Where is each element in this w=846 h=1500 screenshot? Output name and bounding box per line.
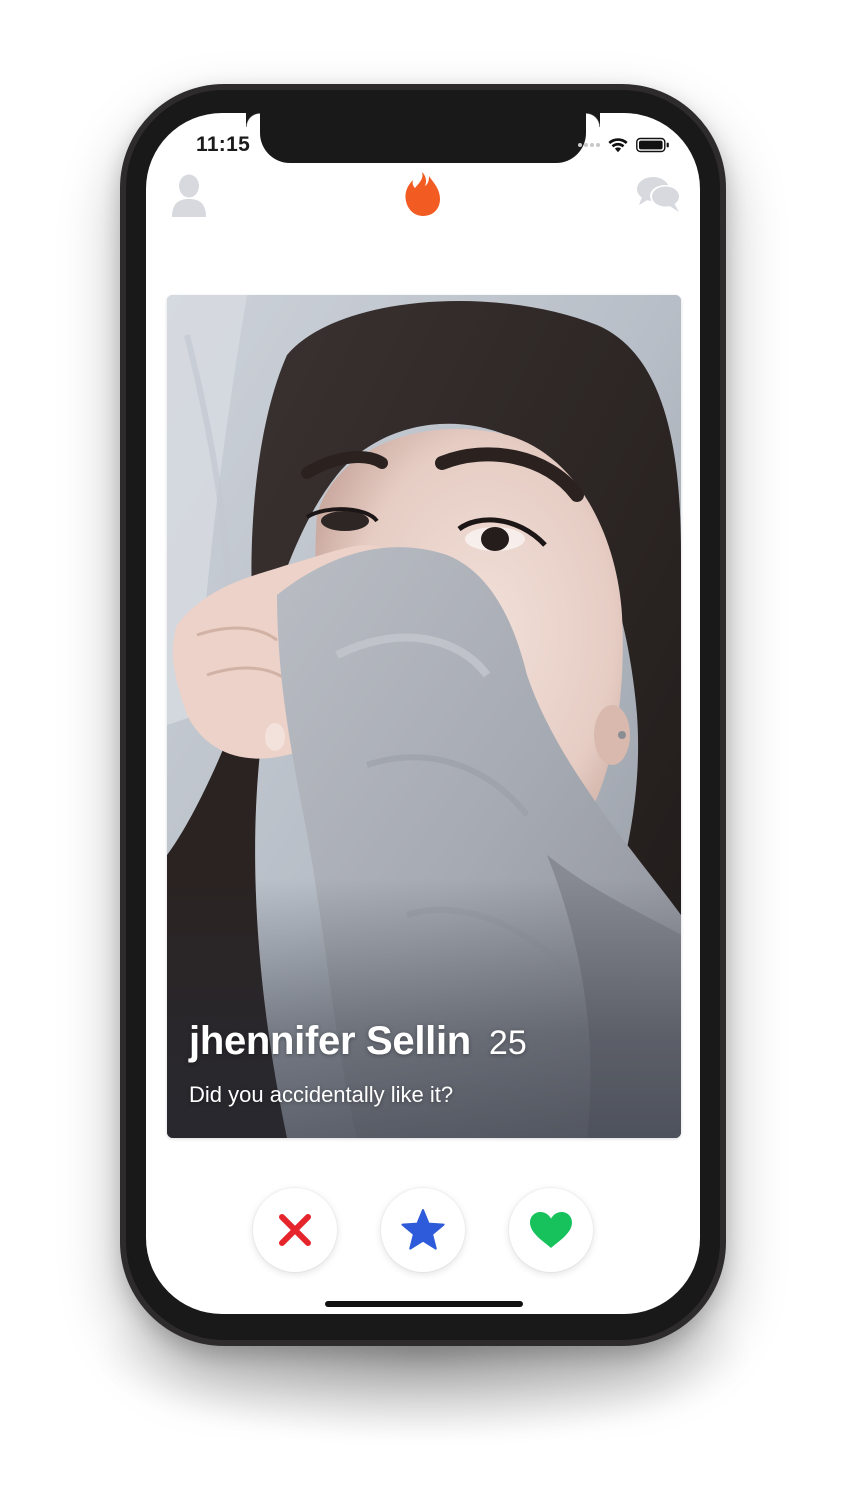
top-navigation: [146, 171, 700, 231]
name-row: jhennifer Sellin 25: [189, 1019, 661, 1064]
stage: 11:15 jhennifer Sellin 25 Did you accide…: [0, 0, 846, 1500]
profile-bio: Did you accidentally like it?: [189, 1082, 454, 1107]
status-icons: [578, 135, 670, 155]
action-buttons: [146, 1186, 700, 1276]
like-button[interactable]: [509, 1188, 593, 1272]
card-info: jhennifer Sellin 25 Did you accidentally…: [189, 1019, 661, 1108]
home-indicator[interactable]: [325, 1301, 523, 1307]
nope-button[interactable]: [253, 1188, 337, 1272]
signal-icon: [578, 143, 600, 147]
profile-icon[interactable]: [170, 173, 208, 219]
flame-logo-icon[interactable]: [405, 171, 441, 217]
messages-icon[interactable]: [636, 175, 682, 215]
battery-icon: [636, 137, 669, 153]
profile-card[interactable]: jhennifer Sellin 25 Did you accidentally…: [167, 295, 681, 1138]
wifi-icon: [608, 138, 628, 153]
phone-screen: 11:15 jhennifer Sellin 25 Did you accide…: [146, 113, 700, 1314]
status-time: 11:15: [196, 133, 251, 156]
super-like-button[interactable]: [381, 1188, 465, 1272]
notch: [260, 113, 600, 163]
close-icon: [279, 1214, 311, 1246]
heart-icon: [530, 1212, 572, 1248]
profile-age: 25: [488, 1024, 527, 1062]
star-icon: [401, 1209, 445, 1250]
profile-name: jhennifer Sellin: [189, 1019, 471, 1063]
